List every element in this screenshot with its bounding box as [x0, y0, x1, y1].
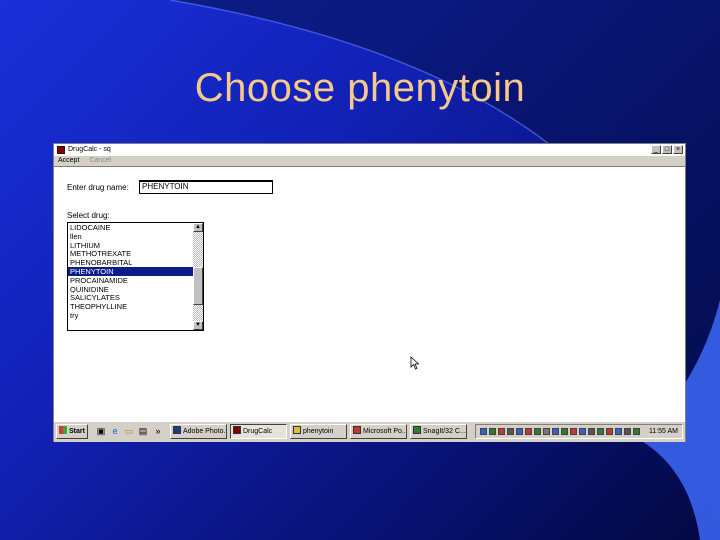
drug-list-item[interactable]: llen: [68, 232, 193, 241]
task-label: Microsoft Po...: [363, 428, 407, 435]
tray-icon[interactable]: [597, 428, 604, 435]
maximize-button[interactable]: □: [662, 145, 672, 154]
taskbar-task-button[interactable]: DrugCalc: [230, 424, 287, 439]
slide-title: Choose phenytoin: [194, 66, 526, 110]
tray-icon[interactable]: [606, 428, 613, 435]
task-app-icon: [353, 426, 361, 434]
tray-icon[interactable]: [552, 428, 559, 435]
tray-icon[interactable]: [489, 428, 496, 435]
tray-icon[interactable]: [624, 428, 631, 435]
drug-list-item[interactable]: PHENOBARBITAL: [68, 258, 193, 267]
menubar: Accept Cancel: [54, 156, 685, 167]
drug-listbox[interactable]: LIDOCAINE llen LITHIUM METHOTREXATE PHENOBAR…: [67, 222, 204, 331]
task-label: SnagIt/32 C...: [423, 428, 466, 435]
window-titlebar[interactable]: DrugCalc - sq _ □ ×: [54, 144, 685, 156]
listbox-scrollbar[interactable]: ▲ ▼: [193, 223, 203, 330]
drug-list-item[interactable]: METHOTREXATE: [68, 249, 193, 258]
tray-icon[interactable]: [615, 428, 622, 435]
drug-list-item[interactable]: LIDOCAINE: [68, 223, 193, 232]
drug-list-item[interactable]: THEOPHYLLINE: [68, 302, 193, 311]
tray-icon[interactable]: [498, 428, 505, 435]
scroll-up-button[interactable]: ▲: [193, 223, 203, 232]
taskbar-task-button[interactable]: phenytoin: [290, 424, 347, 439]
tray-icon[interactable]: [579, 428, 586, 435]
desktop-icon[interactable]: ▣: [96, 426, 106, 437]
task-label: phenytoin: [303, 428, 334, 435]
mouse-pointer-icon: [410, 356, 420, 370]
start-button[interactable]: Start: [56, 424, 88, 439]
tray-icon[interactable]: [543, 428, 550, 435]
app-icon: [57, 146, 65, 154]
tray-icon[interactable]: [570, 428, 577, 435]
drug-list: LIDOCAINE llen LITHIUM METHOTREXATE PHENOBAR…: [68, 223, 193, 320]
drug-list-item[interactable]: QUINIDINE: [68, 285, 193, 294]
select-drug-label: Select drug:: [67, 211, 110, 220]
tray-icon[interactable]: [516, 428, 523, 435]
drug-list-item[interactable]: SALICYLATES: [68, 293, 193, 302]
scroll-down-button[interactable]: ▼: [193, 321, 203, 330]
drugcalc-window: DrugCalc - sq _ □ × Accept Cancel Enter …: [53, 143, 686, 442]
drug-list-item[interactable]: PROCAINAMIDE: [68, 276, 193, 285]
close-button[interactable]: ×: [673, 145, 683, 154]
tray-icon[interactable]: [507, 428, 514, 435]
internet-explorer-icon[interactable]: e: [110, 426, 120, 437]
tray-icon[interactable]: [480, 428, 487, 435]
more-icon[interactable]: ▤: [138, 426, 148, 437]
tray-icon[interactable]: [561, 428, 568, 435]
scroll-thumb[interactable]: [193, 267, 203, 305]
drug-list-item[interactable]: try: [68, 311, 193, 320]
windows-logo-icon: [59, 426, 67, 434]
window-title: DrugCalc - sq: [68, 146, 111, 153]
taskbar-task-button[interactable]: SnagIt/32 C...: [410, 424, 467, 439]
form-area: Enter drug name: PHENYTOIN Select drug: …: [54, 167, 685, 419]
taskbar: Start ▣ e ▭ ▤ » Adobe Photo... DrugCalc ph…: [54, 421, 685, 442]
tray-icon[interactable]: [525, 428, 532, 435]
tray-icon[interactable]: [633, 428, 640, 435]
drug-list-item[interactable]: PHENYTOIN: [68, 266, 193, 276]
quicklaunch-overflow[interactable]: »: [153, 426, 163, 437]
system-tray: 11:55 AM: [475, 424, 683, 439]
task-app-icon: [233, 426, 241, 434]
menu-accept[interactable]: Accept: [58, 157, 79, 164]
task-label: DrugCalc: [243, 428, 273, 435]
task-app-icon: [293, 426, 301, 434]
task-label: Adobe Photo...: [183, 428, 227, 435]
taskbar-task-button[interactable]: Microsoft Po...: [350, 424, 407, 439]
drug-name-label: Enter drug name:: [67, 183, 129, 192]
tray-icon[interactable]: [534, 428, 541, 435]
clock: 11:55 AM: [648, 428, 678, 435]
drug-name-input[interactable]: PHENYTOIN: [139, 180, 273, 194]
minimize-button[interactable]: _: [651, 145, 661, 154]
task-app-icon: [413, 426, 421, 434]
task-app-icon: [173, 426, 181, 434]
taskbar-task-button[interactable]: Adobe Photo...: [170, 424, 227, 439]
menu-cancel[interactable]: Cancel: [89, 157, 111, 164]
drug-list-item[interactable]: LITHIUM: [68, 241, 193, 250]
folder-icon[interactable]: ▭: [124, 426, 134, 437]
tray-icon[interactable]: [588, 428, 595, 435]
